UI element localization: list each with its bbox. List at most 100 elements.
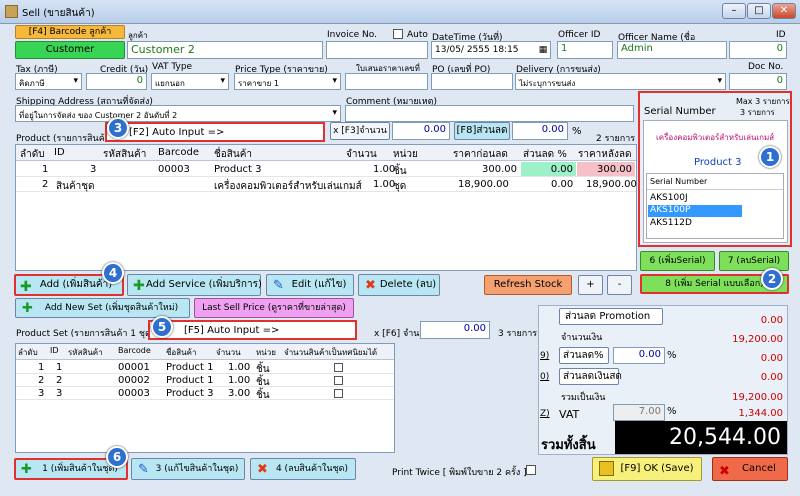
edit-button[interactable]: ✎ Edit (แก้ไข) [266, 274, 354, 296]
edit-set-item-label: 3 (แก้ไขสินค้าในชุด) [155, 464, 239, 474]
minus-button[interactable]: - [607, 275, 632, 295]
barcode-customer-button[interactable]: [F4] Barcode ลูกค้า [15, 25, 125, 39]
officer-id-field[interactable]: 1 [557, 41, 613, 59]
cell: 1 [38, 362, 45, 373]
officer-name-field[interactable]: Admin [617, 41, 727, 59]
cell: 2 [38, 375, 45, 386]
vat-type-select[interactable]: แยกนอก [151, 73, 229, 90]
plus-icon: ✚ [22, 301, 33, 316]
decimal-checkbox[interactable] [334, 376, 343, 385]
cell: 300.00 [577, 162, 635, 176]
x-icon: ✖ [365, 278, 376, 293]
minimize-button[interactable]: – [722, 3, 746, 19]
col-header: ลำดับ [20, 149, 45, 160]
cell: 3 [56, 388, 63, 399]
quotation-field[interactable] [345, 73, 428, 90]
product-set-grid[interactable]: ลำดับ ID รหัสสินค้า Barcode ชื่อสินค้า จ… [15, 343, 395, 453]
cell: 00003 [118, 388, 150, 399]
serial-item[interactable]: AKS100P [648, 205, 742, 217]
table-row[interactable]: 1 3 00003 Product 3 1.00 ชิ้น 300.00 0.0… [16, 162, 636, 177]
add-serial-button[interactable]: 6 (เพิ่มSerial) [640, 251, 715, 271]
invoice-field[interactable] [326, 41, 428, 59]
cash-discount-button[interactable]: ส่วนลดเงินสด [559, 368, 622, 385]
datetime-field[interactable]: 13/05/ 2555 18:15 [431, 41, 551, 59]
callout-badge: 4 [102, 262, 124, 284]
price-type-select[interactable]: ราคาขาย 1 [234, 73, 341, 90]
discount-field[interactable]: 0.00 [512, 122, 568, 140]
promotion-button[interactable]: ส่วนลด Promotion [559, 308, 663, 325]
customer-button[interactable]: Customer [15, 41, 125, 59]
refresh-stock-button[interactable]: Refresh Stock [484, 275, 572, 295]
po-field[interactable] [431, 73, 513, 90]
callout-badge: 2 [761, 268, 783, 290]
plus-button[interactable]: + [578, 275, 603, 295]
pencil-icon: ✎ [138, 462, 149, 477]
calendar-dropdown-icon[interactable]: ▦ [536, 42, 550, 58]
product-grid[interactable]: ลำดับ ID รหัสสินค้า Barcode ชื่อสินค้า จ… [15, 144, 637, 271]
edit-set-item-button[interactable]: ✎ 3 (แก้ไขสินค้าในชุด) [131, 458, 245, 480]
decimal-checkbox[interactable] [334, 363, 343, 372]
last-sell-price-button[interactable]: Last Sell Price (ดูราคาที่ขายล่าสุด) [194, 298, 354, 318]
maximize-button[interactable]: □ [747, 3, 771, 19]
percent-sign: % [572, 126, 582, 137]
callout-badge: 1 [759, 146, 781, 168]
plus-icon: ✚ [20, 279, 32, 295]
serial-panel: Max 3 รายการ Serial Number 3 รายการ เครื… [638, 91, 792, 247]
close-button[interactable]: ✕ [772, 3, 796, 19]
cell: 1.00 [228, 375, 251, 386]
print-twice-label: Print Twice [ พิมพ์ใบขาย 2 ครั้ง ] [392, 468, 527, 478]
credit-field[interactable]: 0 [86, 73, 147, 90]
cell: Product 3 [214, 164, 262, 175]
app-icon [5, 5, 18, 18]
id-field[interactable]: 0 [729, 41, 787, 59]
ok-save-button[interactable]: [F9] OK (Save) [592, 457, 702, 481]
delivery-select[interactable]: ไม่ระบุการขนส่ง [515, 73, 726, 90]
shortcut-9: 9) [540, 351, 550, 361]
delete-set-item-button[interactable]: ✖ 4 (ลบสินค้าในชุด) [250, 458, 356, 480]
table-row[interactable]: 2 สินค้าชุด เครื่องคอมพิวเตอร์สำหรับเล่น… [16, 177, 637, 192]
serial-item[interactable]: AKS112D [650, 218, 692, 228]
decimal-checkbox[interactable] [334, 389, 343, 398]
quantity-field[interactable]: 0.00 [392, 122, 450, 140]
serial-list[interactable]: Serial Number AKS100J AKS100P AKS112D [646, 173, 784, 239]
col-header: หน่วย [393, 149, 418, 160]
delete-button[interactable]: ✖ Delete (ลบ) [358, 274, 440, 296]
plus-icon: ✚ [21, 462, 32, 477]
table-row[interactable]: 2 2 00002 Product 1 1.00 ชิ้น [16, 374, 394, 388]
tax-select[interactable]: คิดภาษี [15, 73, 82, 90]
cancel-button[interactable]: ✖ Cancel [712, 457, 788, 481]
cell: 18,900.00 [586, 179, 637, 190]
discount-percent-button[interactable]: ส่วนลด% [559, 347, 609, 364]
delete-serial-button[interactable]: 7 (ลบSerial) [719, 251, 789, 271]
print-twice-checkbox[interactable] [526, 465, 536, 475]
serial-item[interactable]: AKS100J [650, 193, 688, 203]
discount-percent-field[interactable]: 0.00 [613, 347, 665, 364]
comment-field[interactable] [345, 105, 634, 122]
auto-label: Auto [407, 30, 428, 40]
ok-save-label: [F9] OK (Save) [620, 463, 694, 474]
table-row[interactable]: 1 1 00001 Product 1 1.00 ชิ้น [16, 361, 394, 375]
add-new-set-button[interactable]: ✚ Add New Set (เพิ่มชุดสินค้าใหม่) [15, 298, 190, 318]
amount-label: จำนวนเงิน [561, 333, 603, 343]
quantity-button[interactable]: x [F3]จำนวน [330, 122, 390, 140]
callout-badge: 6 [106, 446, 128, 468]
table-row[interactable]: 3 3 00003 Product 3 3.00 ชิ้น [16, 387, 394, 401]
grand-total-label: รวมทั้งสิ้น [541, 438, 596, 453]
serial-col-header: Serial Number [650, 177, 708, 186]
doc-no-field[interactable]: 0 [729, 73, 787, 90]
col-header: หน่วย [256, 348, 276, 357]
customer-field[interactable]: Customer 2 [127, 41, 323, 59]
add-service-button[interactable]: ✚ Add Service (เพิ่มบริการ) [127, 274, 262, 296]
doc-no-label: Doc No. [748, 62, 784, 72]
product-auto-input[interactable]: [F2] Auto Input => [105, 122, 325, 142]
auto-checkbox[interactable] [393, 29, 403, 39]
discount-button[interactable]: [F8]ส่วนลด [454, 122, 510, 140]
callout-badge: 3 [107, 117, 129, 139]
serial-box: เครื่องคอมพิวเตอร์สำหรับเล่นเกมส์ Produc… [643, 120, 788, 243]
set-quantity-field[interactable]: 0.00 [420, 321, 490, 339]
cell: เครื่องคอมพิวเตอร์สำหรับเล่นเกมส์ [214, 181, 362, 192]
col-header: ชื่อสินค้า [214, 149, 253, 160]
set-auto-input[interactable]: [F5] Auto Input => [148, 320, 357, 340]
cell: 3.00 [228, 388, 251, 399]
shipping-select[interactable]: ที่อยู่ในการจัดส่ง ของ Customer 2 อันดับ… [15, 105, 341, 122]
